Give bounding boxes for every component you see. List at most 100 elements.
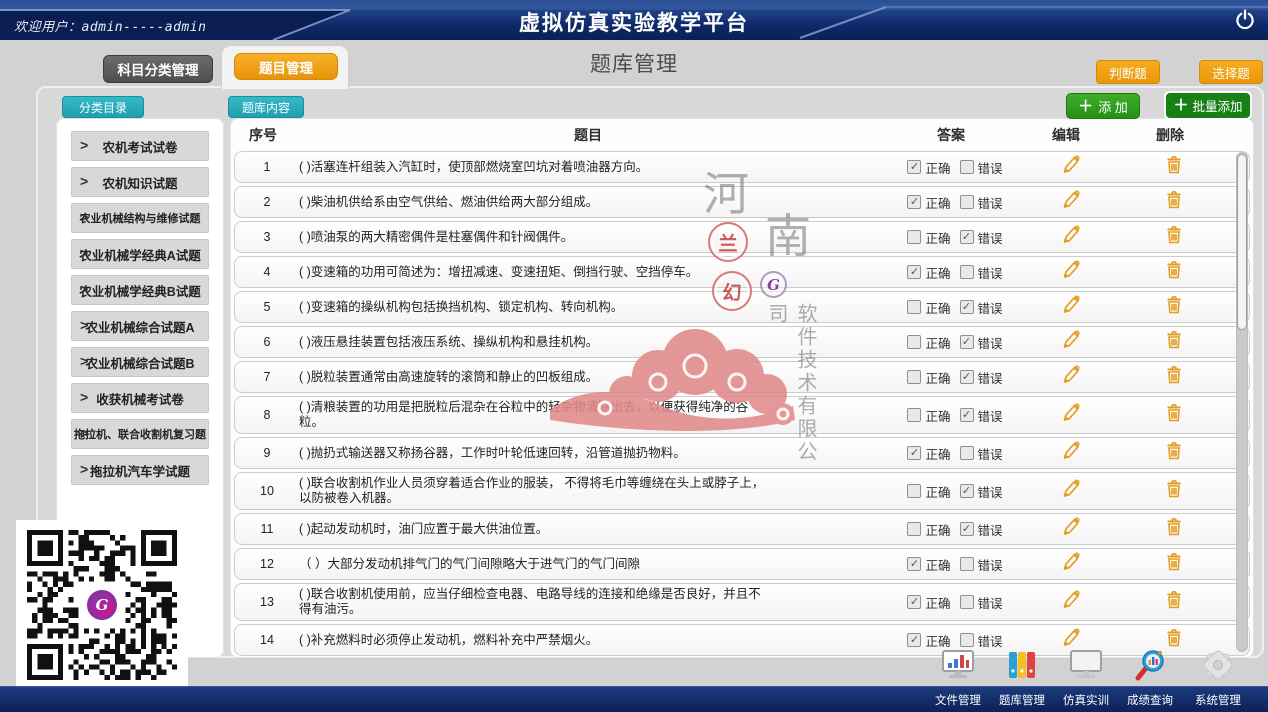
delete-trash-icon[interactable] — [1165, 628, 1183, 647]
nav-system-manage[interactable]: 系统管理 — [1186, 650, 1250, 710]
edit-pencil-icon[interactable] — [1061, 225, 1080, 244]
edit-pencil-icon[interactable] — [1061, 403, 1080, 422]
wrong-checkbox[interactable]: ✓ — [960, 335, 974, 349]
row-delete-cell — [1115, 479, 1233, 503]
sidebar-item[interactable]: >拖拉机、联合收割机复习题 — [71, 419, 209, 449]
edit-pencil-icon[interactable] — [1061, 552, 1080, 571]
sidebar-item[interactable]: >农业机械学经典B试题 — [71, 275, 209, 305]
edit-pencil-icon[interactable] — [1061, 155, 1080, 174]
row-seq: 3 — [235, 230, 299, 244]
row-seq: 9 — [235, 446, 299, 460]
wrong-checkbox[interactable] — [960, 633, 974, 647]
wrong-checkbox[interactable] — [960, 446, 974, 460]
category-directory-button[interactable]: 分类目录 — [62, 96, 144, 118]
sidebar-item-label: 农业机械综合试题A — [85, 317, 194, 336]
nav-file-manage[interactable]: 文件管理 — [926, 650, 990, 710]
correct-checkbox[interactable]: ✓ — [907, 557, 921, 571]
delete-trash-icon[interactable] — [1165, 441, 1183, 460]
correct-checkbox[interactable]: ✓ — [907, 446, 921, 460]
correct-checkbox[interactable]: ✓ — [907, 160, 921, 174]
edit-pencil-icon[interactable] — [1061, 190, 1080, 209]
delete-trash-icon[interactable] — [1165, 479, 1183, 498]
wrong-checkbox[interactable] — [960, 195, 974, 209]
table-row: 6( )液压悬挂装置包括液压系统、操纵机构和悬挂机构。正确✓错误 — [234, 326, 1250, 358]
table-scrollbar-thumb[interactable] — [1237, 154, 1247, 330]
correct-checkbox[interactable] — [907, 370, 921, 384]
sidebar-item[interactable]: >农机考试试卷 — [71, 131, 209, 161]
sidebar-item[interactable]: >收获机械考试卷 — [71, 383, 209, 413]
tab-question-manage[interactable]: 题目管理 — [234, 53, 338, 80]
correct-checkbox[interactable] — [907, 300, 921, 314]
row-question-text: ( )活塞连杆组装入汽缸时，使顶部燃烧室凹坑对着喷油器方向。 — [299, 160, 885, 175]
delete-trash-icon[interactable] — [1165, 260, 1183, 279]
row-answer-cell: ✓正确错误 — [885, 631, 1025, 650]
edit-pencil-icon[interactable] — [1061, 295, 1080, 314]
correct-option: 正确 — [907, 482, 950, 501]
correct-checkbox[interactable] — [907, 484, 921, 498]
correct-checkbox[interactable] — [907, 522, 921, 536]
sidebar-item[interactable]: >拖拉机汽车学试题 — [71, 455, 209, 485]
sidebar-item-label: 农机知识试题 — [102, 173, 177, 192]
power-icon[interactable] — [1234, 9, 1256, 31]
delete-trash-icon[interactable] — [1165, 295, 1183, 314]
judge-question-button[interactable]: 判断题 — [1096, 60, 1160, 84]
add-button[interactable]: ＋ 添 加 — [1066, 93, 1140, 119]
wrong-checkbox[interactable] — [960, 265, 974, 279]
delete-trash-icon[interactable] — [1165, 552, 1183, 571]
correct-label: 正确 — [925, 444, 950, 463]
delete-trash-icon[interactable] — [1165, 330, 1183, 349]
delete-trash-icon[interactable] — [1165, 190, 1183, 209]
correct-option: ✓正确 — [907, 593, 950, 612]
wrong-checkbox[interactable]: ✓ — [960, 484, 974, 498]
row-question-text: ( )补充燃料时必须停止发动机，燃料补充中严禁烟火。 — [299, 633, 885, 648]
edit-pencil-icon[interactable] — [1061, 330, 1080, 349]
row-delete-cell — [1115, 190, 1233, 214]
nav-simulation-training[interactable]: 仿真实训 — [1054, 650, 1118, 710]
row-seq: 14 — [235, 633, 299, 647]
edit-pencil-icon[interactable] — [1061, 628, 1080, 647]
correct-checkbox[interactable] — [907, 230, 921, 244]
correct-checkbox[interactable]: ✓ — [907, 195, 921, 209]
wrong-checkbox[interactable]: ✓ — [960, 370, 974, 384]
chevron-right-icon: > — [80, 425, 88, 441]
delete-trash-icon[interactable] — [1165, 403, 1183, 422]
delete-trash-icon[interactable] — [1165, 225, 1183, 244]
correct-checkbox[interactable]: ✓ — [907, 633, 921, 647]
sidebar-item[interactable]: >农机知识试题 — [71, 167, 209, 197]
edit-pencil-icon[interactable] — [1061, 260, 1080, 279]
choice-question-button[interactable]: 选择题 — [1199, 60, 1263, 84]
tab-subject-category-manage[interactable]: 科目分类管理 — [103, 55, 213, 83]
sidebar-item[interactable]: >农业机械结构与维修试题 — [71, 203, 209, 233]
row-edit-cell — [1025, 552, 1115, 576]
sidebar-item-label: 农业机械综合试题B — [85, 353, 194, 372]
wrong-checkbox[interactable] — [960, 557, 974, 571]
table-scrollbar-track[interactable] — [1236, 152, 1248, 652]
correct-checkbox[interactable] — [907, 335, 921, 349]
wrong-checkbox[interactable]: ✓ — [960, 522, 974, 536]
wrong-checkbox[interactable]: ✓ — [960, 408, 974, 422]
wrong-checkbox[interactable]: ✓ — [960, 300, 974, 314]
edit-pencil-icon[interactable] — [1061, 365, 1080, 384]
correct-checkbox[interactable]: ✓ — [907, 595, 921, 609]
sidebar-item[interactable]: >农业机械综合试题B — [71, 347, 209, 377]
edit-pencil-icon[interactable] — [1061, 479, 1080, 498]
edit-pencil-icon[interactable] — [1061, 517, 1080, 536]
wrong-checkbox[interactable] — [960, 595, 974, 609]
delete-trash-icon[interactable] — [1165, 365, 1183, 384]
delete-trash-icon[interactable] — [1165, 155, 1183, 174]
delete-trash-icon[interactable] — [1165, 517, 1183, 536]
correct-checkbox[interactable]: ✓ — [907, 265, 921, 279]
sidebar-item[interactable]: >农业机械学经典A试题 — [71, 239, 209, 269]
wrong-checkbox[interactable] — [960, 160, 974, 174]
correct-checkbox[interactable] — [907, 408, 921, 422]
edit-pencil-icon[interactable] — [1061, 590, 1080, 609]
nav-question-bank-manage[interactable]: 题库管理 — [990, 650, 1054, 710]
wrong-checkbox[interactable]: ✓ — [960, 230, 974, 244]
delete-trash-icon[interactable] — [1165, 590, 1183, 609]
batch-add-button[interactable]: ＋ 批量添加 — [1164, 91, 1252, 120]
row-delete-cell — [1115, 552, 1233, 576]
sidebar-item[interactable]: >农业机械综合试题A — [71, 311, 209, 341]
nav-score-query[interactable]: 成绩查询 — [1118, 650, 1182, 710]
bank-content-button[interactable]: 题库内容 — [228, 96, 304, 118]
edit-pencil-icon[interactable] — [1061, 441, 1080, 460]
